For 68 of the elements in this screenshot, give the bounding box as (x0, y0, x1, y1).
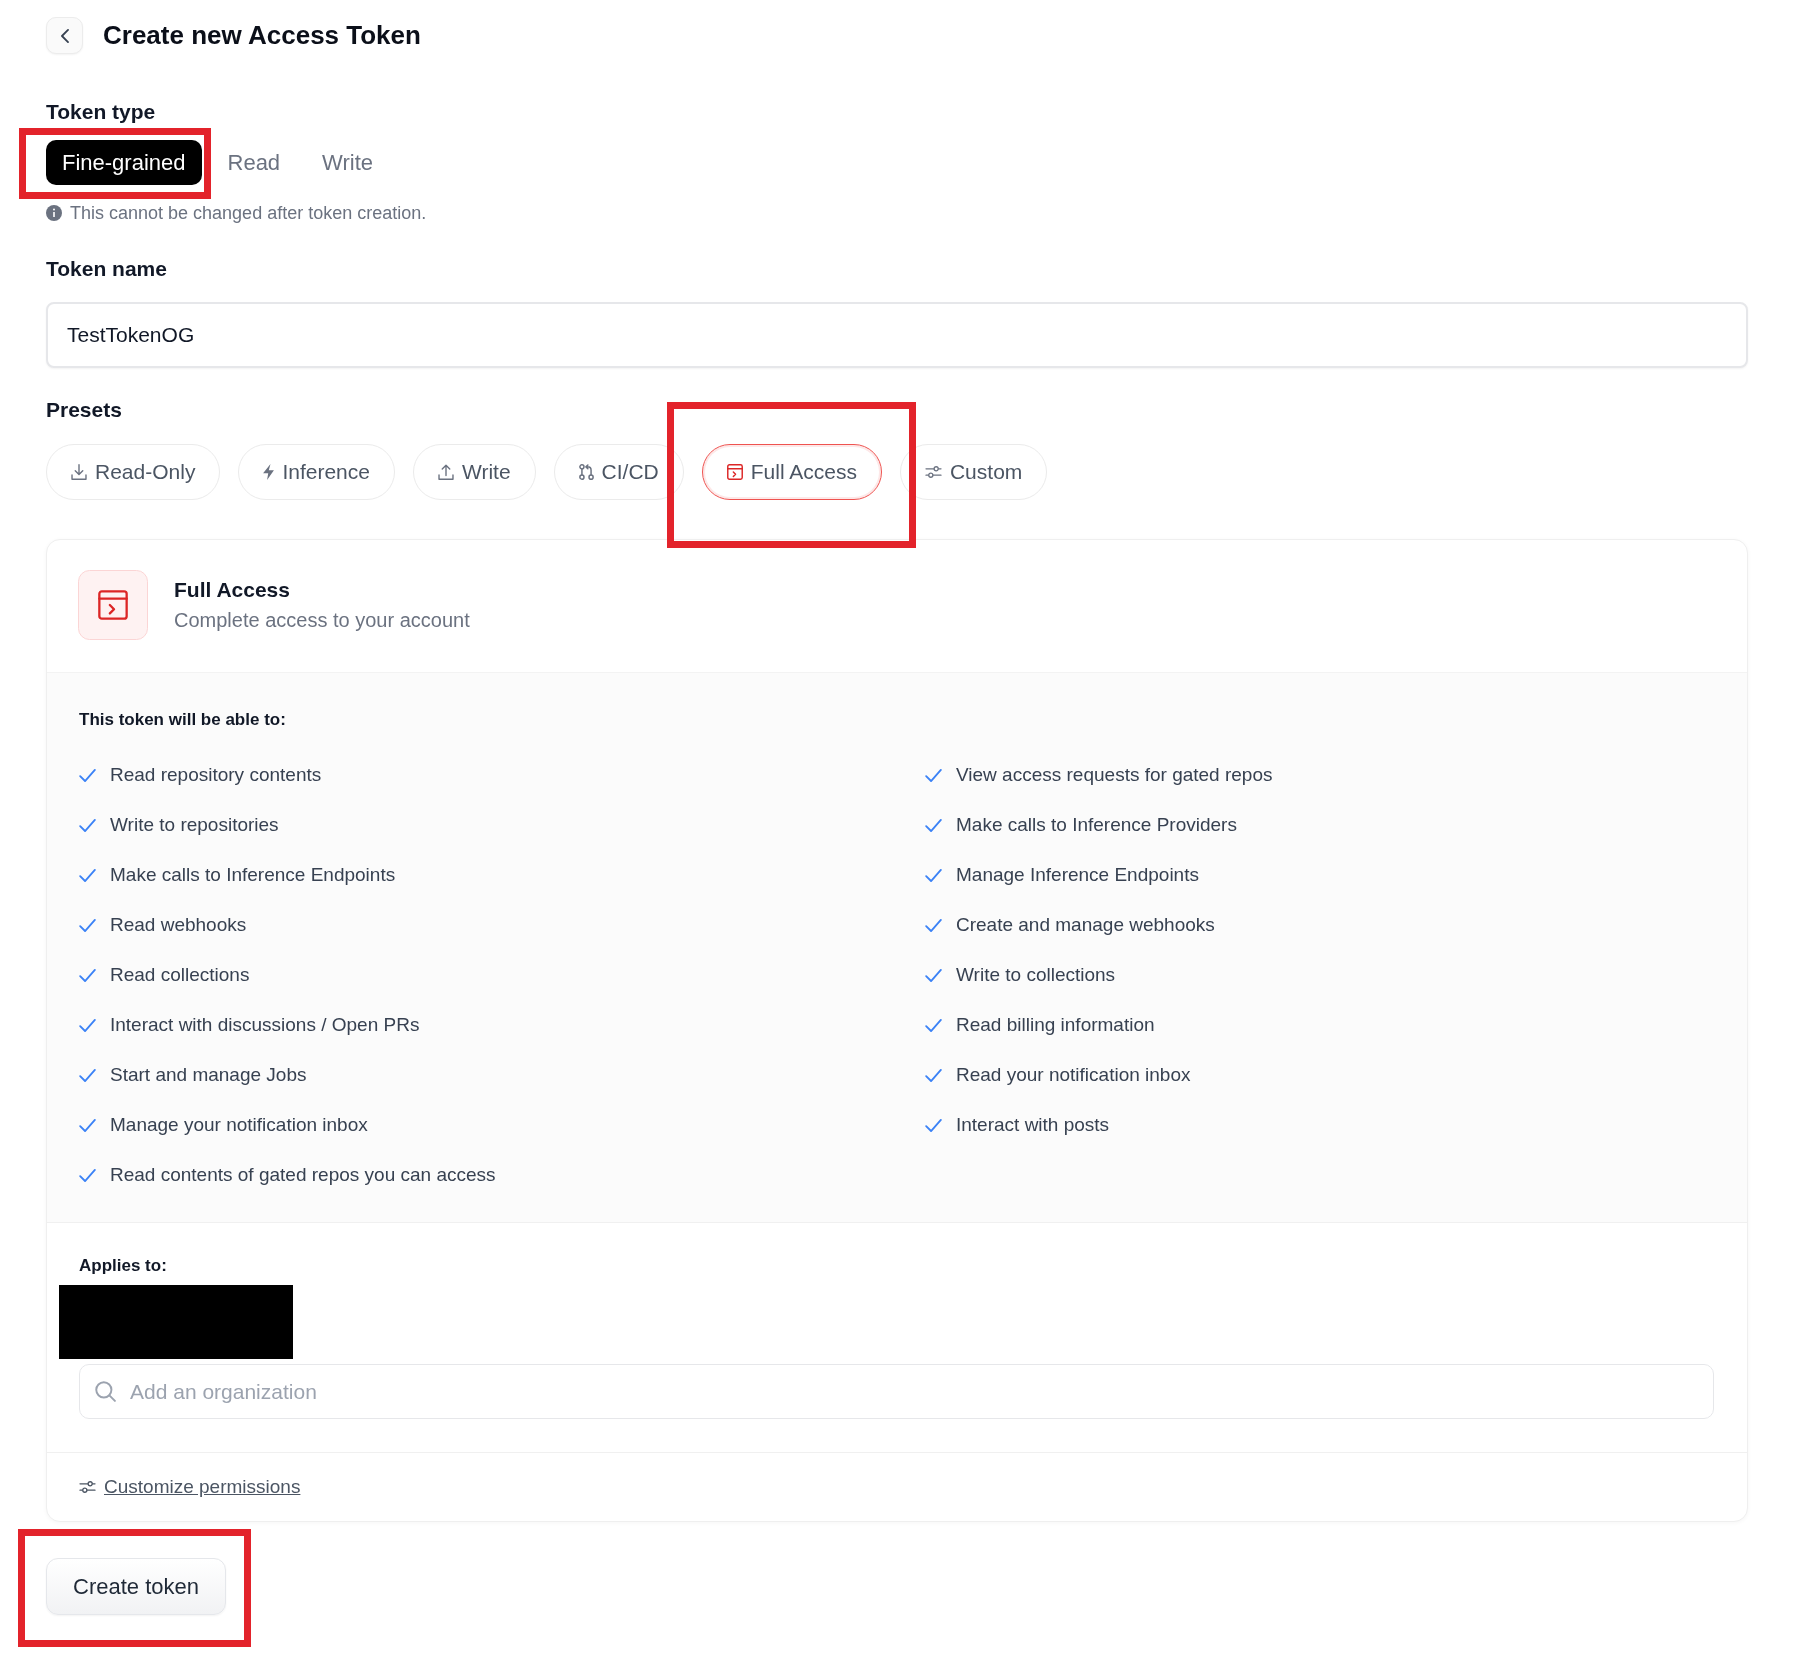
permission-text: Manage your notification inbox (110, 1113, 368, 1137)
check-icon (79, 968, 96, 982)
check-icon (925, 768, 942, 782)
search-icon (95, 1381, 116, 1402)
check-icon (79, 1018, 96, 1032)
check-icon (925, 918, 942, 932)
check-icon (925, 1118, 942, 1132)
sliders-icon (79, 1481, 96, 1493)
section-label: Presets (46, 398, 123, 422)
pull-request-icon (578, 464, 594, 480)
check-icon (79, 1168, 96, 1182)
token-type-tab[interactable]: Read (211, 140, 297, 185)
permission-text: Read contents of gated repos you can access (110, 1163, 496, 1187)
section-label: Token type (46, 100, 157, 124)
check-icon (79, 1068, 96, 1082)
check-icon (79, 768, 96, 782)
check-icon (925, 968, 942, 982)
terminal-window-icon (726, 464, 743, 480)
chevron-left-icon (60, 28, 69, 43)
organization-search-field[interactable]: Add an organization (79, 1364, 1714, 1419)
permission-text: Start and manage Jobs (110, 1063, 307, 1087)
check-icon (925, 868, 942, 882)
permission-text: Read billing information (956, 1013, 1155, 1037)
permission-text: Create and manage webhooks (956, 913, 1215, 937)
permission-text: Write to collections (956, 963, 1116, 987)
permission-text: Interact with posts (956, 1113, 1110, 1137)
permission-text: Read your notification inbox (956, 1063, 1191, 1087)
hint-text: This cannot be changed after token creation. (70, 203, 427, 223)
terminal-window-icon (78, 570, 148, 640)
preset-chip[interactable]: Read-Only (46, 444, 221, 500)
check-icon (79, 1118, 96, 1132)
check-icon (925, 1068, 942, 1082)
token-type-tab[interactable]: Write (306, 140, 390, 185)
permissions-heading: This token will be able to: (79, 709, 287, 731)
preset-chip[interactable]: Custom (899, 444, 1048, 500)
download-icon (71, 464, 87, 480)
permission-text: Read webhooks (110, 913, 247, 937)
sliders-icon (924, 466, 942, 478)
check-icon (925, 818, 942, 832)
preset-chip[interactable]: Inference (238, 444, 395, 500)
token-type-tab[interactable]: Fine-grained (46, 140, 202, 185)
check-icon (925, 1018, 942, 1032)
permission-text: Interact with discussions / Open PRs (110, 1013, 420, 1037)
applies-to-label: Applies to: (79, 1255, 168, 1277)
create-token-button[interactable]: Create token (46, 1558, 226, 1615)
section-label: Token name (46, 257, 168, 281)
back-button[interactable] (46, 17, 83, 54)
permission-text: View access requests for gated repos (956, 763, 1273, 787)
upload-icon (437, 464, 454, 480)
preset-title: Full Access (174, 577, 291, 603)
preset-chip[interactable]: Write (412, 444, 536, 500)
check-icon (79, 868, 96, 882)
token-name-input[interactable]: TestTokenOG (46, 302, 1748, 368)
info-icon (46, 205, 62, 221)
customize-permissions-link[interactable]: Customize permissions (104, 1476, 301, 1498)
check-icon (79, 918, 96, 932)
check-icon (79, 818, 96, 832)
preset-description: Complete access to your account (174, 608, 470, 633)
permission-text: Read collections (110, 963, 250, 987)
lightning-icon (263, 464, 275, 480)
preset-chip[interactable]: Full Access (701, 444, 882, 500)
page-title: Create new Access Token (103, 19, 421, 52)
permission-text: Make calls to Inference Endpoints (110, 863, 396, 887)
preset-chip[interactable]: CI/CD (553, 444, 684, 500)
permission-text: Write to repositories (110, 813, 279, 837)
permission-text: Read repository contents (110, 763, 322, 787)
permission-text: Manage Inference Endpoints (956, 863, 1199, 887)
permission-text: Make calls to Inference Providers (956, 813, 1237, 837)
